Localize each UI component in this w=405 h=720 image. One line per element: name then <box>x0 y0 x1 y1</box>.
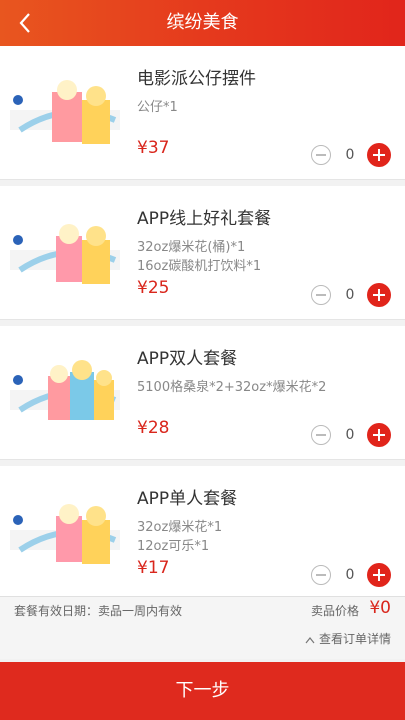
minus-icon[interactable] <box>311 285 331 305</box>
page-title: 缤纷美食 <box>166 12 239 33</box>
plus-icon[interactable] <box>367 143 391 167</box>
product-list[interactable]: 电影派公仔摆件 公仔*1 ¥37 0 APP线上好礼套餐 32oz爆米花(桶)*… <box>0 46 405 596</box>
list-item: APP单人套餐 32oz爆米花*1 12oz可乐*1 ¥17 0 <box>0 466 405 596</box>
quantity-value: 0 <box>345 147 355 163</box>
quantity-value: 0 <box>345 567 355 583</box>
product-desc: 5100格桑泉*2+32oz*爆米花*2 <box>137 380 327 395</box>
product-image <box>10 80 120 144</box>
order-summary: 套餐有效日期：卖品一周内有效 卖品价格 ¥0 查看订单详情 <box>0 596 405 659</box>
minus-icon[interactable] <box>311 145 331 165</box>
order-detail-link[interactable]: 查看订单详情 <box>305 630 391 647</box>
plus-icon[interactable] <box>367 423 391 447</box>
plus-icon[interactable] <box>367 563 391 587</box>
product-desc: 公仔*1 <box>137 100 178 115</box>
product-name: APP双人套餐 <box>137 349 238 369</box>
product-desc: 32oz爆米花*1 12oz可乐*1 <box>137 520 223 554</box>
plus-icon[interactable] <box>367 283 391 307</box>
product-price: ¥37 <box>137 138 170 158</box>
sale-price-label: 卖品价格 <box>310 604 359 618</box>
product-price: ¥17 <box>137 558 170 578</box>
next-step-button[interactable]: 下一步 <box>0 662 405 720</box>
product-desc: 32oz爆米花(桶)*1 16oz碳酸机打饮料*1 <box>137 240 262 274</box>
product-image <box>10 224 120 284</box>
quantity-stepper: 0 <box>311 283 391 309</box>
product-name: APP线上好礼套餐 <box>137 209 272 229</box>
list-item: APP双人套餐 5100格桑泉*2+32oz*爆米花*2 ¥28 0 <box>0 326 405 460</box>
quantity-stepper: 0 <box>311 563 391 589</box>
quantity-value: 0 <box>345 427 355 443</box>
list-item: APP线上好礼套餐 32oz爆米花(桶)*1 16oz碳酸机打饮料*1 ¥25 … <box>0 186 405 320</box>
product-image <box>10 504 120 564</box>
minus-icon[interactable] <box>311 425 331 445</box>
product-price: ¥28 <box>137 418 170 438</box>
product-name: APP单人套餐 <box>137 489 238 509</box>
quantity-value: 0 <box>345 287 355 303</box>
list-item: 电影派公仔摆件 公仔*1 ¥37 0 <box>0 46 405 180</box>
sale-price-value: ¥0 <box>369 598 391 618</box>
product-price: ¥25 <box>137 278 170 298</box>
product-image <box>10 360 120 420</box>
order-detail-label: 查看订单详情 <box>318 632 391 646</box>
top-bar: 缤纷美食 <box>0 0 405 46</box>
valid-date-text: 套餐有效日期：卖品一周内有效 <box>14 604 183 618</box>
minus-icon[interactable] <box>311 565 331 585</box>
quantity-stepper: 0 <box>311 423 391 449</box>
product-name: 电影派公仔摆件 <box>137 69 256 89</box>
quantity-stepper: 0 <box>311 143 391 169</box>
chevron-up-icon <box>305 636 315 643</box>
